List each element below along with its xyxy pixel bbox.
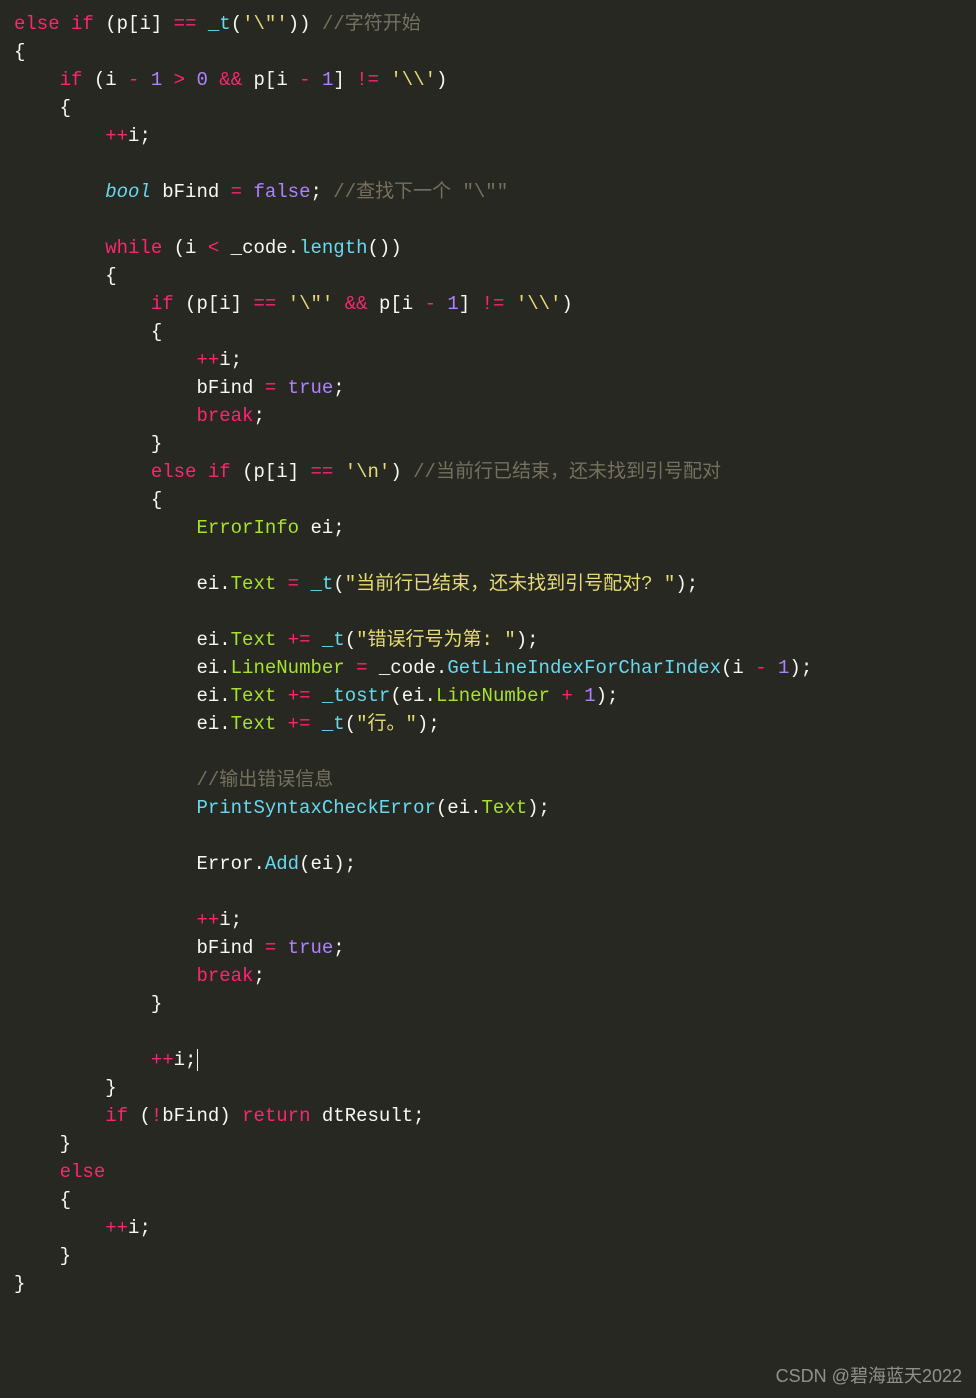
ident-ei: ei	[447, 797, 470, 819]
ident-i: i	[276, 69, 287, 91]
str-quote2: '\"'	[288, 293, 334, 315]
ident-p: p	[253, 461, 264, 483]
ident-ei: ei	[310, 853, 333, 875]
ident-i: i	[219, 293, 230, 315]
lit-true: true	[288, 937, 334, 959]
kw-if: if	[208, 461, 231, 483]
ident-ei: ei	[196, 685, 219, 707]
kw-while: while	[105, 237, 162, 259]
ident-ei: ei	[196, 573, 219, 595]
type-bool: bool	[105, 181, 151, 203]
ident-Error: Error	[196, 853, 253, 875]
ident-ei: ei	[196, 657, 219, 679]
comment-3: //当前行已结束，还未找到引号配对	[413, 461, 721, 483]
type-ErrorInfo: ErrorInfo	[196, 517, 299, 539]
lit-1: 1	[151, 69, 162, 91]
prop-LineNumber: LineNumber	[231, 657, 345, 679]
kw-if: if	[151, 293, 174, 315]
ident-i: i	[128, 1217, 139, 1239]
kw-return: return	[242, 1105, 310, 1127]
fn-PrintSyntaxCheckError: PrintSyntaxCheckError	[196, 797, 435, 819]
lit-true: true	[288, 377, 334, 399]
kw-break: break	[196, 965, 253, 987]
lit-1: 1	[447, 293, 458, 315]
ident-bFind: bFind	[196, 937, 253, 959]
fn-_t: _t	[208, 13, 231, 35]
comment-4: //输出错误信息	[196, 769, 333, 791]
ident-i: i	[276, 461, 287, 483]
code-block: else if (p[i] == _t('\"')) //字符开始 { if (…	[0, 0, 976, 1304]
ident-i: i	[128, 125, 139, 147]
ident-ei: ei	[402, 685, 425, 707]
fn-length: length	[299, 237, 367, 259]
prop-LineNumber: LineNumber	[436, 685, 550, 707]
fn-_t: _t	[310, 573, 333, 595]
prop-Text: Text	[482, 797, 528, 819]
fn-_t: _t	[322, 713, 345, 735]
ident-ei: ei	[196, 713, 219, 735]
prop-Text: Text	[231, 629, 277, 651]
ident-_code: _code	[379, 657, 436, 679]
ident-p: p	[117, 13, 128, 35]
ident-i: i	[174, 1049, 185, 1071]
ident-i: i	[219, 909, 230, 931]
ident-i: i	[139, 13, 150, 35]
prop-Text: Text	[231, 573, 277, 595]
kw-else: else	[151, 461, 197, 483]
fn-GetLineIndexForCharIndex: GetLineIndexForCharIndex	[447, 657, 721, 679]
ident-i: i	[105, 69, 116, 91]
str-quote1: '\"'	[242, 13, 288, 35]
ident-bFind: bFind	[162, 1105, 219, 1127]
comment-1: //字符开始	[322, 13, 421, 35]
lit-1: 1	[584, 685, 595, 707]
ident-bFind: bFind	[196, 377, 253, 399]
kw-if: if	[71, 13, 94, 35]
kw-else: else	[14, 13, 60, 35]
kw-if: if	[105, 1105, 128, 1127]
ident-dtResult: dtResult	[322, 1105, 413, 1127]
fn-Add: Add	[265, 853, 299, 875]
ident-i: i	[219, 349, 230, 371]
kw-break: break	[196, 405, 253, 427]
ident-p: p	[379, 293, 390, 315]
comment-2: //查找下一个 "\""	[333, 181, 508, 203]
str-backslash: '\\'	[390, 69, 436, 91]
ident-bFind: bFind	[162, 181, 219, 203]
ident-i: i	[402, 293, 413, 315]
str-err2: "错误行号为第: "	[356, 629, 516, 651]
lit-1: 1	[322, 69, 333, 91]
kw-else: else	[60, 1161, 106, 1183]
str-err1: "当前行已结束，还未找到引号配对? "	[345, 573, 676, 595]
fn-_t: _t	[322, 629, 345, 651]
fn-_tostr: _tostr	[322, 685, 390, 707]
lit-false: false	[253, 181, 310, 203]
prop-Text: Text	[231, 685, 277, 707]
ident-i: i	[185, 237, 196, 259]
lit-0: 0	[196, 69, 207, 91]
lit-1: 1	[778, 657, 789, 679]
watermark: CSDN @碧海蓝天2022	[776, 1362, 962, 1388]
str-backslash2: '\\'	[516, 293, 562, 315]
ident-ei: ei	[310, 517, 333, 539]
str-newline: '\n'	[345, 461, 391, 483]
ident-_code: _code	[231, 237, 288, 259]
ident-ei: ei	[196, 629, 219, 651]
kw-if: if	[60, 69, 83, 91]
ident-p: p	[254, 69, 265, 91]
ident-i: i	[732, 657, 743, 679]
prop-Text: Text	[231, 713, 277, 735]
str-err3: "行。"	[356, 713, 417, 735]
ident-p: p	[196, 293, 207, 315]
